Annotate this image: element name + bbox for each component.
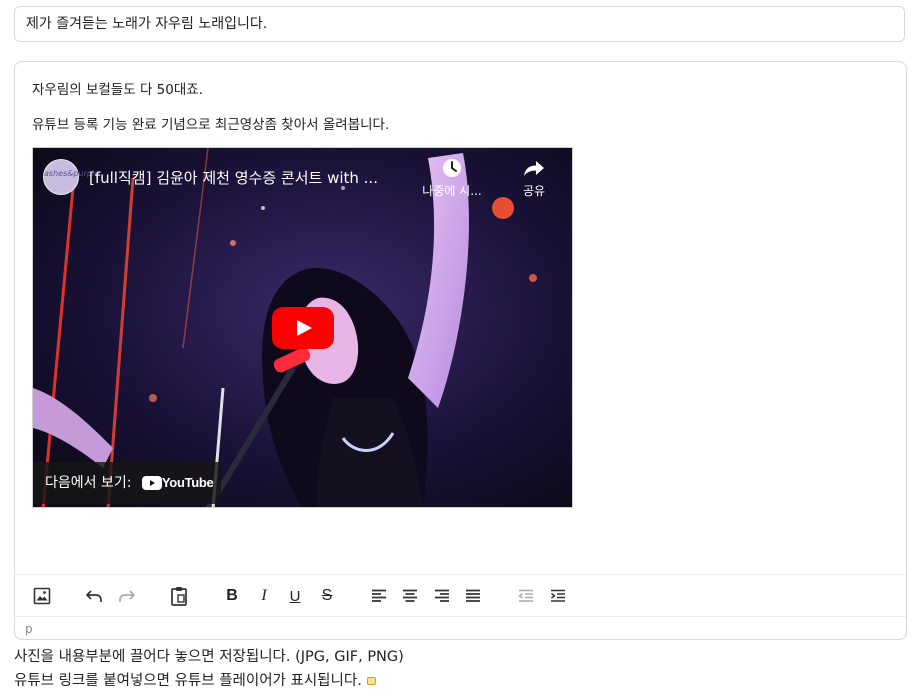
channel-avatar[interactable]: ashes&purple [43, 159, 99, 195]
insert-image-button[interactable] [30, 584, 54, 608]
watch-later-label: 나중에 시... [422, 184, 482, 198]
play-icon[interactable] [272, 307, 334, 349]
help-text-youtube: 유튜브 링크를 붙여넣으면 유튜브 플레이어가 표시됩니다. [14, 669, 376, 690]
align-right-button[interactable] [430, 584, 454, 608]
align-center-icon [403, 589, 417, 602]
redo-button[interactable] [115, 584, 139, 608]
align-right-icon [435, 589, 449, 602]
youtube-embed[interactable]: ashes&purple [full직캠] 김윤아 제천 영수증 콘서트 wit… [32, 147, 573, 508]
editor-paragraph: 유튜브 등록 기능 완료 기념으로 최근영상좀 찾아서 올려봅니다. [32, 117, 390, 133]
italic-button[interactable]: I [252, 584, 276, 608]
bold-icon: B [226, 587, 238, 604]
watch-on-youtube-button[interactable]: 다음에서 보기: YouTube [33, 462, 221, 504]
share-label: 공유 [522, 184, 546, 198]
youtube-logo-icon [141, 476, 162, 490]
clock-icon [443, 159, 461, 177]
underline-button[interactable]: U [283, 584, 307, 608]
youtube-logo: YouTube [141, 462, 214, 504]
share-button[interactable]: 공유 [513, 158, 555, 199]
editor-paragraph: 자우림의 보컬들도 다 50대죠. [32, 82, 203, 98]
paste-button[interactable] [167, 584, 191, 608]
align-center-button[interactable] [398, 584, 422, 608]
align-justify-icon [466, 589, 480, 602]
underline-icon: U [289, 587, 301, 605]
align-justify-button[interactable] [461, 584, 485, 608]
image-icon [33, 587, 51, 605]
editor-content[interactable]: 자우림의 보컬들도 다 50대죠. 유튜브 등록 기능 완료 기념으로 최근영상… [15, 62, 906, 574]
paste-icon [171, 587, 187, 606]
help-text-youtube-label: 유튜브 링크를 붙여넣으면 유튜브 플레이어가 표시됩니다. [14, 673, 362, 689]
video-title[interactable]: [full직캠] 김윤아 제천 영수증 콘서트 with ... [89, 167, 378, 188]
outdent-icon [518, 589, 533, 602]
italic-icon: I [261, 587, 267, 604]
help-text-image-upload: 사진을 내용부분에 끌어다 놓으면 저장됩니다. (JPG, GIF, PNG) [14, 649, 404, 665]
strikethrough-button[interactable]: S [315, 584, 339, 608]
indent-icon [551, 589, 565, 602]
editor-toolbar: B I U S [15, 574, 906, 617]
redo-icon [119, 590, 135, 602]
rich-text-editor: 자우림의 보컬들도 다 50대죠. 유튜브 등록 기능 완료 기념으로 최근영상… [14, 61, 907, 640]
emoji-icon [366, 677, 376, 685]
share-arrow-icon [524, 161, 544, 176]
title-input[interactable]: 제가 즐겨듣는 노래가 자우림 노래입니다. [14, 6, 905, 42]
watch-later-button[interactable]: 나중에 시... [417, 158, 487, 199]
watch-on-label: 다음에서 보기: [45, 475, 132, 491]
undo-button[interactable] [82, 584, 106, 608]
indent-button[interactable] [546, 584, 570, 608]
bold-button[interactable]: B [220, 584, 244, 608]
undo-icon [86, 590, 102, 602]
align-left-icon [372, 589, 386, 602]
youtube-wordmark: YouTube [161, 475, 214, 490]
strikethrough-icon: S [321, 587, 333, 604]
outdent-button[interactable] [514, 584, 538, 608]
element-path-status: p [25, 622, 33, 636]
video-header: ashes&purple [full직캠] 김윤아 제천 영수증 콘서트 wit… [33, 148, 572, 210]
align-left-button[interactable] [367, 584, 391, 608]
